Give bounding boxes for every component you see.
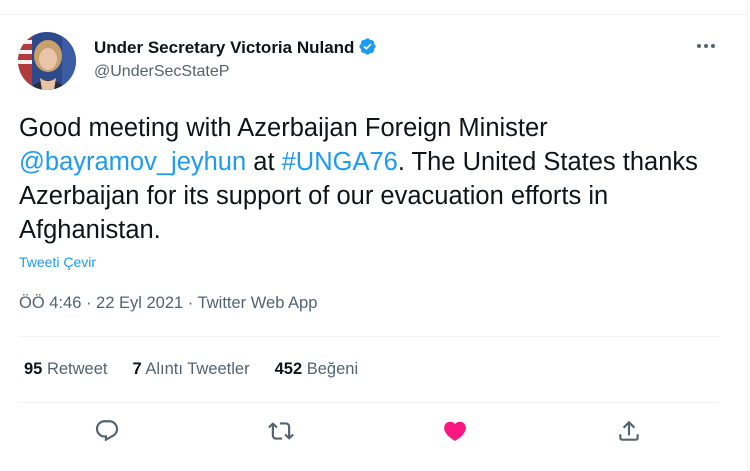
stats-row: 95 Retweet 7 Alıntı Tweetler 452 Beğeni [24,360,358,379]
quotes-stat[interactable]: 7 Alıntı Tweetler [132,360,249,379]
like-button[interactable] [440,416,470,446]
display-name[interactable]: Under Secretary Victoria Nuland [94,37,377,58]
retweet-button[interactable] [266,416,296,446]
reply-icon [95,420,119,442]
tweet-meta: ÖÖ 4:46 · 22 Eyl 2021 · Twitter Web App [19,294,317,313]
retweet-icon [268,422,294,440]
hashtag-link[interactable]: #UNGA76 [282,148,398,176]
share-button[interactable] [614,416,644,446]
meta-separator: · [183,294,198,312]
likes-stat[interactable]: 452 Beğeni [275,360,359,379]
tweet-time[interactable]: ÖÖ 4:46 [19,294,81,312]
more-dot [704,44,708,48]
action-bar [0,416,750,448]
tweet-text: Good meeting with Azerbaijan Foreign Min… [19,111,719,247]
more-dot [697,44,701,48]
tweet-text-part: at [246,148,282,176]
retweets-count: 95 [24,360,43,378]
divider [19,336,719,337]
tweet-text-part: Good meeting with Azerbaijan Foreign Min… [19,114,548,142]
mention-link[interactable]: @bayramov_jeyhun [19,148,246,176]
more-dot [711,44,715,48]
tweet-source[interactable]: Twitter Web App [198,294,318,312]
tweet-card: Under Secretary Victoria Nuland @UnderSe… [0,0,748,471]
retweets-label: Retweet [46,360,108,378]
likes-label: Beğeni [306,360,359,378]
tweet-date[interactable]: 22 Eyl 2021 [96,294,183,312]
reply-button[interactable] [92,416,122,446]
retweets-stat[interactable]: 95 Retweet [24,360,107,379]
avatar[interactable] [18,32,76,90]
display-name-text: Under Secretary Victoria Nuland [94,38,355,57]
heart-icon [444,421,466,441]
handle[interactable]: @UnderSecStateP [94,63,229,81]
quotes-count: 7 [132,360,142,378]
more-icon[interactable] [694,36,718,56]
quotes-label: Alıntı Tweetler [145,360,250,378]
meta-separator: · [81,294,97,312]
likes-count: 452 [274,360,303,378]
divider [0,14,748,15]
avatar-image [18,32,76,90]
verified-badge-icon [359,38,377,55]
share-icon [619,420,639,441]
translate-link[interactable]: Tweeti Çevir [19,254,96,270]
divider [19,402,719,403]
